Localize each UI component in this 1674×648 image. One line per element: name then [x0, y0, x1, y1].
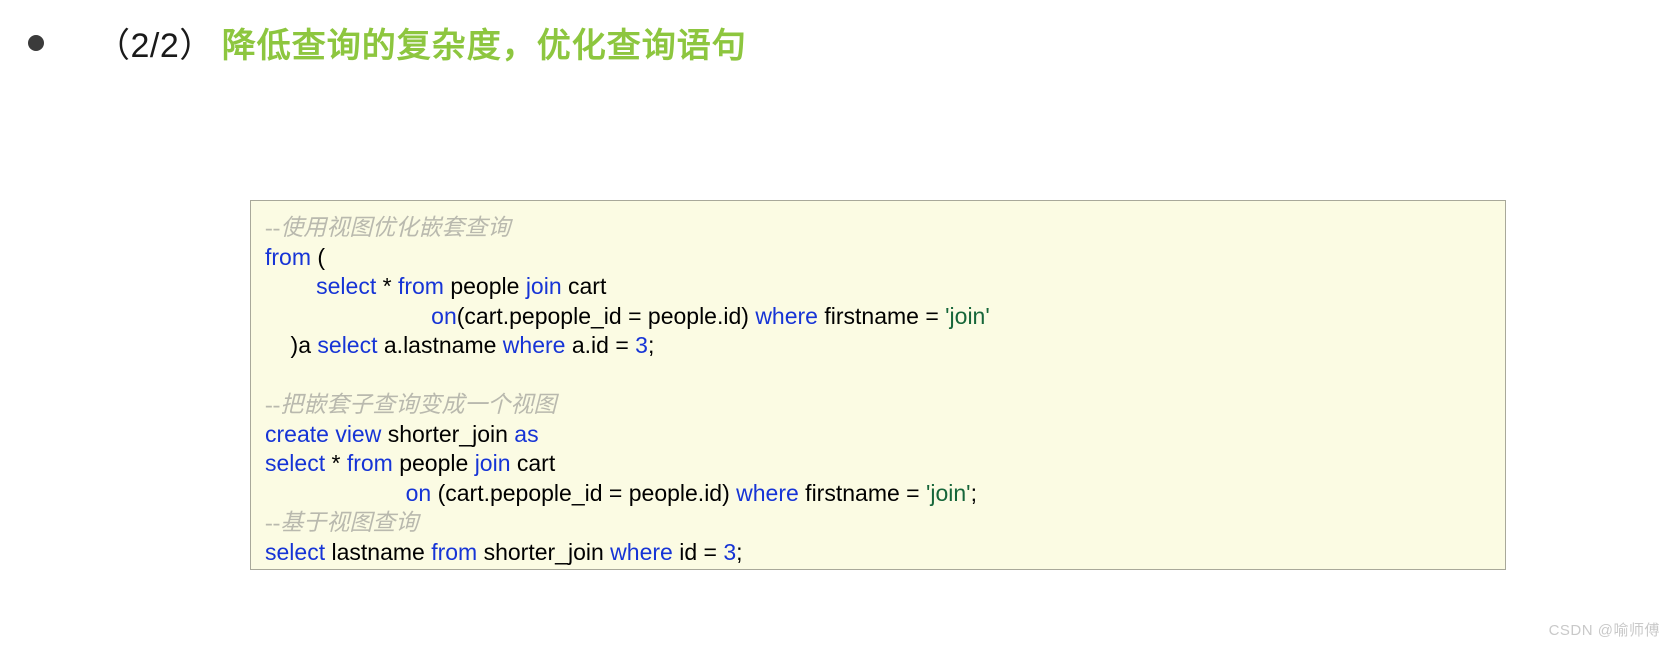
code-token-plain: ;	[970, 479, 977, 506]
code-token-keyword: join	[525, 273, 562, 299]
code-line: from (	[265, 243, 1505, 273]
code-token-keyword: select	[265, 538, 326, 565]
code-line: )a select a.lastname where a.id = 3;	[265, 331, 1505, 361]
code-line: --基于视图查询	[265, 508, 1505, 538]
code-line: --使用视图优化嵌套查询	[265, 213, 1505, 243]
code-line: on(cart.pepople_id = people.id) where fi…	[265, 302, 1505, 332]
code-line: select lastname from shorter_join where …	[265, 538, 1505, 568]
code-token-plain: ;	[647, 332, 655, 358]
code-line: select * from people join cart	[265, 272, 1505, 302]
code-token-plain: )a	[265, 332, 318, 358]
code-token-keyword: select	[316, 273, 377, 299]
code-token-keyword: from	[265, 243, 311, 270]
code-token-keyword: where	[755, 302, 818, 329]
code-token-keyword: create view	[265, 420, 382, 447]
code-token-string: 'join'	[925, 479, 971, 506]
code-token-plain: cart	[510, 450, 556, 476]
code-line: --把嵌套子查询变成一个视图	[265, 390, 1505, 420]
code-token-plain: *	[325, 450, 347, 476]
code-token-keyword: join	[474, 450, 511, 476]
code-token-keyword: on	[405, 479, 432, 506]
heading-index: （2/2）	[96, 27, 214, 65]
watermark: CSDN @喻师傅	[1548, 622, 1660, 639]
code-token-number: 3	[723, 538, 737, 565]
code-token-keyword: select	[265, 450, 326, 476]
bullet-point-icon	[28, 35, 44, 51]
code-lines-container: --使用视图优化嵌套查询 from ( select * from people …	[265, 213, 1505, 567]
code-token-plain: firstname =	[798, 479, 926, 506]
code-token-plain: people	[443, 273, 526, 299]
code-token-plain: (cart.pepople_id = people.id)	[431, 479, 737, 506]
code-token-number: 3	[635, 332, 648, 358]
sql-code-block: --使用视图优化嵌套查询 from ( select * from people …	[250, 200, 1506, 570]
code-token-plain: *	[376, 273, 398, 299]
code-token-plain: (	[311, 243, 326, 270]
code-token-keyword: from	[397, 273, 444, 299]
code-token-keyword: select	[317, 332, 378, 358]
code-token-plain: lastname	[325, 538, 432, 565]
code-token-plain: (cart.pepople_id = people.id)	[456, 302, 756, 329]
code-token-string: 'join'	[945, 302, 990, 329]
code-token-keyword: on	[431, 302, 457, 329]
code-token-plain: ;	[736, 538, 743, 565]
code-token-plain: cart	[561, 273, 607, 299]
code-token-plain: a.lastname	[377, 332, 503, 358]
code-token-keyword: from	[431, 538, 478, 565]
code-token-plain: firstname =	[817, 302, 946, 329]
code-line: select * from people join cart	[265, 449, 1505, 479]
slide-heading: （2/2） 降低查询的复杂度，优化查询语句	[0, 18, 1674, 67]
code-token-comment: --使用视图优化嵌套查询	[265, 215, 511, 240]
code-token-keyword: from	[346, 450, 393, 476]
code-token-plain: a.id =	[565, 332, 636, 358]
code-token-plain: people	[392, 450, 475, 476]
code-token-keyword: where	[502, 332, 566, 358]
code-token-plain: id =	[672, 538, 724, 565]
code-token-comment: --基于视图查询	[265, 510, 419, 535]
code-token-keyword: where	[610, 538, 673, 565]
code-line: on (cart.pepople_id = people.id) where f…	[265, 479, 1505, 509]
code-token-keyword: as	[514, 420, 539, 447]
code-token-plain: shorter_join	[381, 420, 515, 447]
page-title: 降低查询的复杂度，优化查询语句	[221, 27, 747, 65]
code-line: create view shorter_join as	[265, 420, 1505, 450]
code-token-comment: --把嵌套子查询变成一个视图	[265, 392, 557, 417]
code-token-plain: shorter_join	[477, 538, 611, 565]
code-token-keyword: where	[736, 479, 799, 506]
